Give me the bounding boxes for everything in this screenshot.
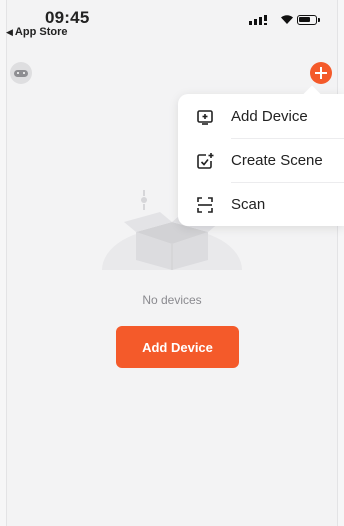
menu-item-label: Scan xyxy=(231,196,266,213)
menu-item-scan[interactable]: Scan xyxy=(178,183,344,226)
add-menu-dropdown: Add Device Create Scene Scan xyxy=(178,94,344,226)
menu-item-label: Add Device xyxy=(231,108,308,125)
menu-item-label: Create Scene xyxy=(231,152,323,169)
add-menu-button[interactable] xyxy=(310,62,332,84)
back-to-app-link[interactable]: ◀ App Store xyxy=(6,26,67,38)
cellular-signal-icon xyxy=(249,15,267,25)
menu-item-add-device[interactable]: Add Device xyxy=(178,95,344,138)
empty-state-message: No devices xyxy=(142,293,202,307)
back-arrow-icon: ◀ xyxy=(6,27,13,37)
status-bar: 09:45 ◀ App Store xyxy=(0,0,344,44)
add-device-button[interactable]: Add Device xyxy=(116,326,239,368)
back-app-label: App Store xyxy=(14,26,68,38)
create-scene-icon xyxy=(197,153,214,169)
profile-avatar[interactable] xyxy=(10,62,32,84)
scan-icon xyxy=(197,197,213,213)
menu-item-create-scene[interactable]: Create Scene xyxy=(178,139,344,182)
wifi-icon xyxy=(281,15,293,24)
add-device-icon xyxy=(197,110,213,125)
battery-icon xyxy=(297,15,320,25)
status-time: 09:45 xyxy=(45,8,90,27)
